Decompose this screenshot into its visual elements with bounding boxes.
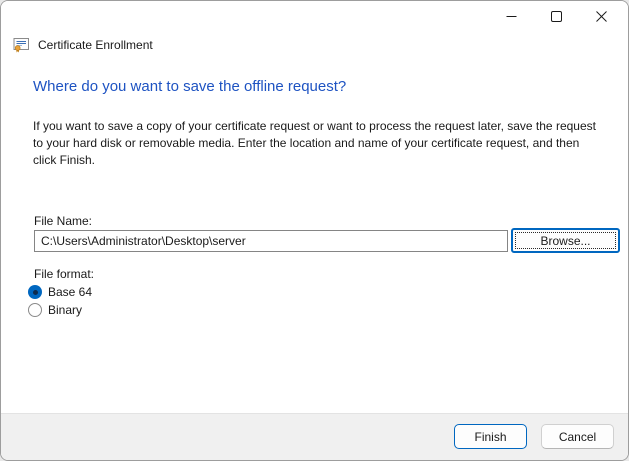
description-text: If you want to save a copy of your certi… xyxy=(33,118,605,169)
cancel-button[interactable]: Cancel xyxy=(541,424,614,449)
close-icon xyxy=(596,11,607,22)
radio-label-base64: Base 64 xyxy=(48,285,92,299)
maximize-button[interactable] xyxy=(534,1,579,31)
app-title: Certificate Enrollment xyxy=(38,38,153,52)
radio-button-binary[interactable] xyxy=(28,303,42,317)
caption-buttons xyxy=(489,1,624,31)
radio-button-base64[interactable] xyxy=(28,285,42,299)
titlebar[interactable] xyxy=(1,1,628,31)
file-name-input[interactable] xyxy=(34,230,508,252)
radio-option-base64[interactable]: Base 64 xyxy=(28,285,92,299)
page-title: Where do you want to save the offline re… xyxy=(33,78,346,95)
certificate-icon xyxy=(13,37,30,53)
finish-button[interactable]: Finish xyxy=(454,424,527,449)
close-button[interactable] xyxy=(579,1,624,31)
minimize-button[interactable] xyxy=(489,1,534,31)
file-name-label: File Name: xyxy=(34,214,92,228)
maximize-icon xyxy=(551,11,562,22)
app-header: Certificate Enrollment xyxy=(13,37,153,53)
file-format-label: File format: xyxy=(34,267,94,281)
radio-option-binary[interactable]: Binary xyxy=(28,303,82,317)
minimize-icon xyxy=(506,11,517,22)
footer-bar: Finish Cancel xyxy=(1,413,628,460)
radio-label-binary: Binary xyxy=(48,303,82,317)
browse-button[interactable]: Browse... xyxy=(511,228,620,253)
certificate-enrollment-window: Certificate Enrollment Where do you want… xyxy=(0,0,629,461)
